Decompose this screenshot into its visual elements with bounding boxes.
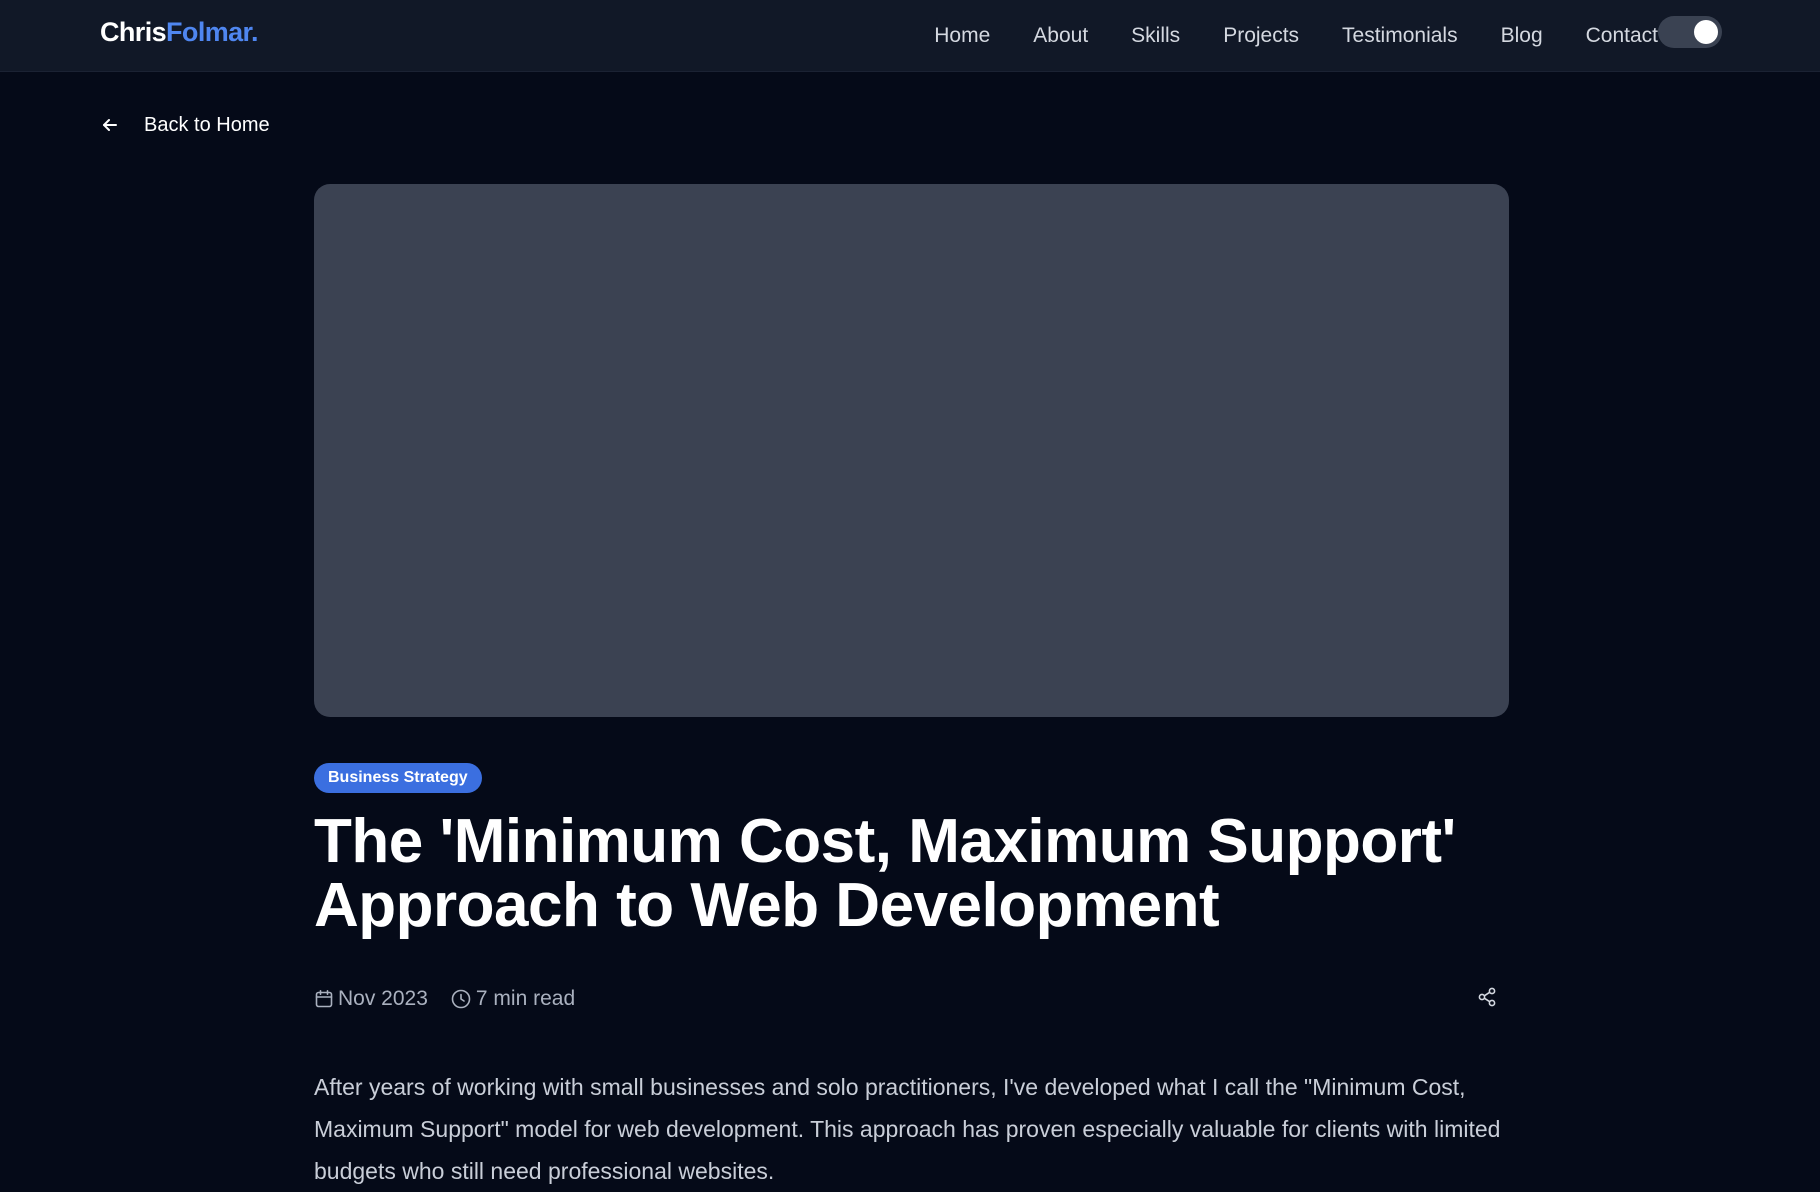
nav-testimonials[interactable]: Testimonials: [1342, 24, 1458, 48]
calendar-icon: [314, 989, 338, 1009]
share-icon: [1476, 986, 1498, 1013]
article-read-time: 7 min read: [450, 987, 575, 1011]
nav-about[interactable]: About: [1033, 24, 1088, 48]
category-badge[interactable]: Business Strategy: [314, 763, 482, 793]
article-date: Nov 2023: [314, 987, 428, 1011]
logo-last-name: Folmar.: [166, 17, 258, 47]
article-date-text: Nov 2023: [338, 987, 428, 1010]
back-to-home-link[interactable]: Back to Home: [100, 110, 270, 140]
nav-skills[interactable]: Skills: [1131, 24, 1180, 48]
article-intro-paragraph: After years of working with small busine…: [314, 1074, 1501, 1184]
main-nav: Home About Skills Projects Testimonials …: [934, 0, 1658, 72]
nav-contact[interactable]: Contact: [1586, 24, 1658, 48]
article-meta: Nov 2023 7 min read: [314, 984, 575, 1014]
nav-blog[interactable]: Blog: [1501, 24, 1543, 48]
article-hero-image: [314, 184, 1509, 717]
nav-projects[interactable]: Projects: [1223, 24, 1299, 48]
clock-icon: [450, 988, 476, 1010]
back-link-label: Back to Home: [144, 113, 270, 136]
logo-first-name: Chris: [100, 17, 167, 47]
toggle-switch-icon: [1694, 20, 1718, 44]
nav-home[interactable]: Home: [934, 24, 990, 48]
article-title: The 'Minimum Cost, Maximum Support' Appr…: [314, 807, 1456, 940]
arrow-left-icon: [100, 115, 120, 135]
site-logo[interactable]: ChrisFolmar.: [100, 15, 258, 49]
site-header: ChrisFolmar. Home About Skills Projects …: [0, 0, 1820, 72]
theme-toggle[interactable]: [1658, 16, 1722, 48]
article-read-time-text: 7 min read: [475, 987, 576, 1010]
share-button[interactable]: [1474, 986, 1500, 1012]
